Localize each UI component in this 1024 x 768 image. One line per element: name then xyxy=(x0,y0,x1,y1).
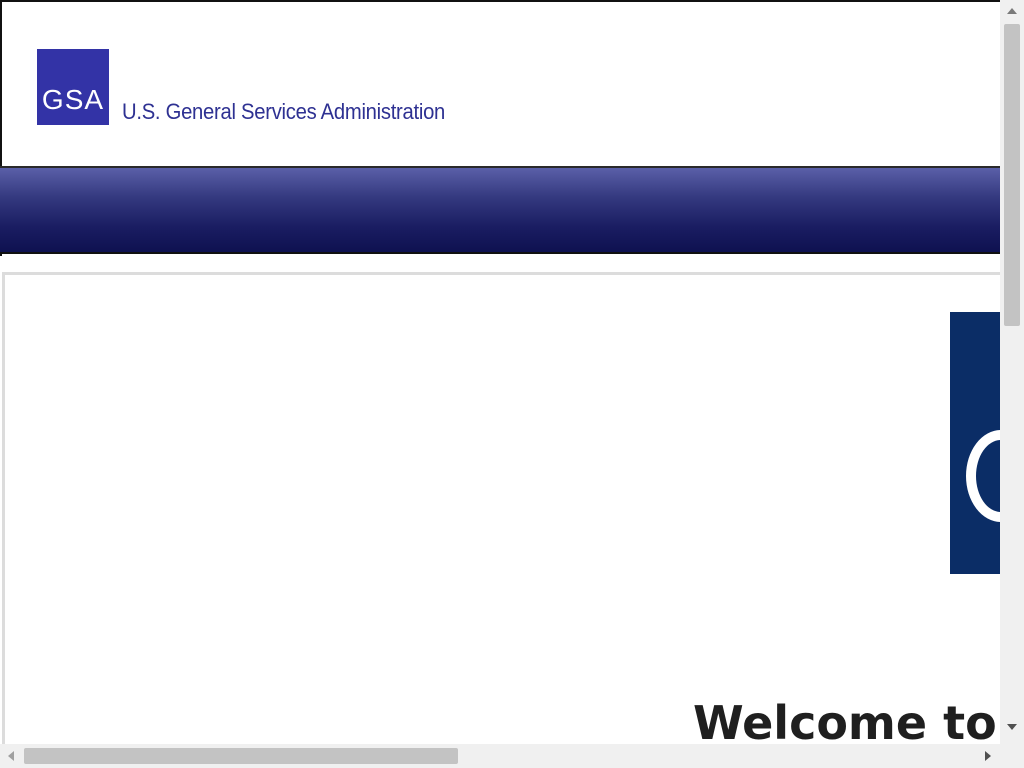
site-header: GSA U.S. General Services Administration xyxy=(0,0,1000,256)
vertical-scrollbar[interactable] xyxy=(1000,0,1024,744)
gsa-logo[interactable]: GSA xyxy=(37,49,109,125)
page-viewport: GSA U.S. General Services Administration… xyxy=(0,0,1000,744)
scroll-down-icon[interactable] xyxy=(1007,724,1017,730)
horizontal-scrollbar[interactable] xyxy=(0,744,1000,768)
agency-name-link[interactable]: U.S. General Services Administration xyxy=(122,99,445,125)
scrollbar-corner xyxy=(1000,744,1024,768)
scroll-right-icon[interactable] xyxy=(985,751,991,761)
horizontal-scroll-thumb[interactable] xyxy=(24,748,458,764)
scroll-up-icon[interactable] xyxy=(1007,8,1017,14)
vertical-scroll-thumb[interactable] xyxy=(1004,24,1020,326)
gsa-logo-text: GSA xyxy=(41,84,105,115)
header-top-border xyxy=(0,0,1000,2)
hero-banner-image xyxy=(950,312,1000,574)
hero-logo-glyph xyxy=(966,430,1000,522)
navigation-bar xyxy=(0,166,1000,254)
main-content: Welcome to xyxy=(2,272,1000,744)
welcome-heading: Welcome to xyxy=(693,695,997,744)
scroll-left-icon[interactable] xyxy=(8,751,14,761)
